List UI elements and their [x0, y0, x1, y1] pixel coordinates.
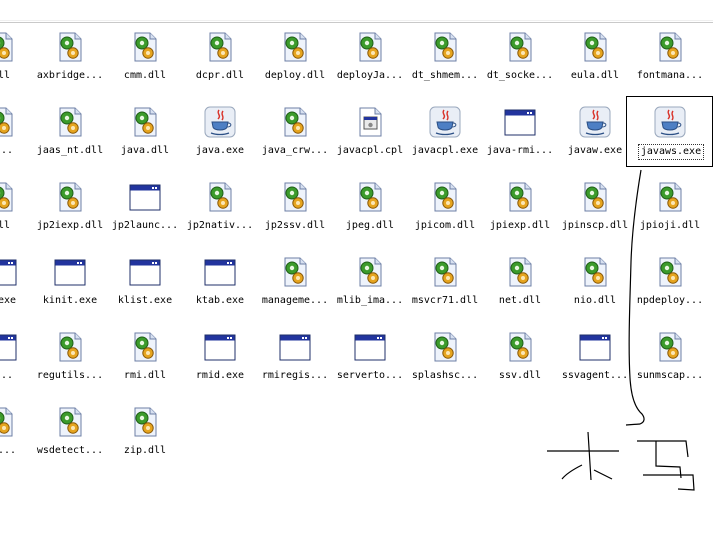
handwritten-annotation [547, 169, 695, 491]
